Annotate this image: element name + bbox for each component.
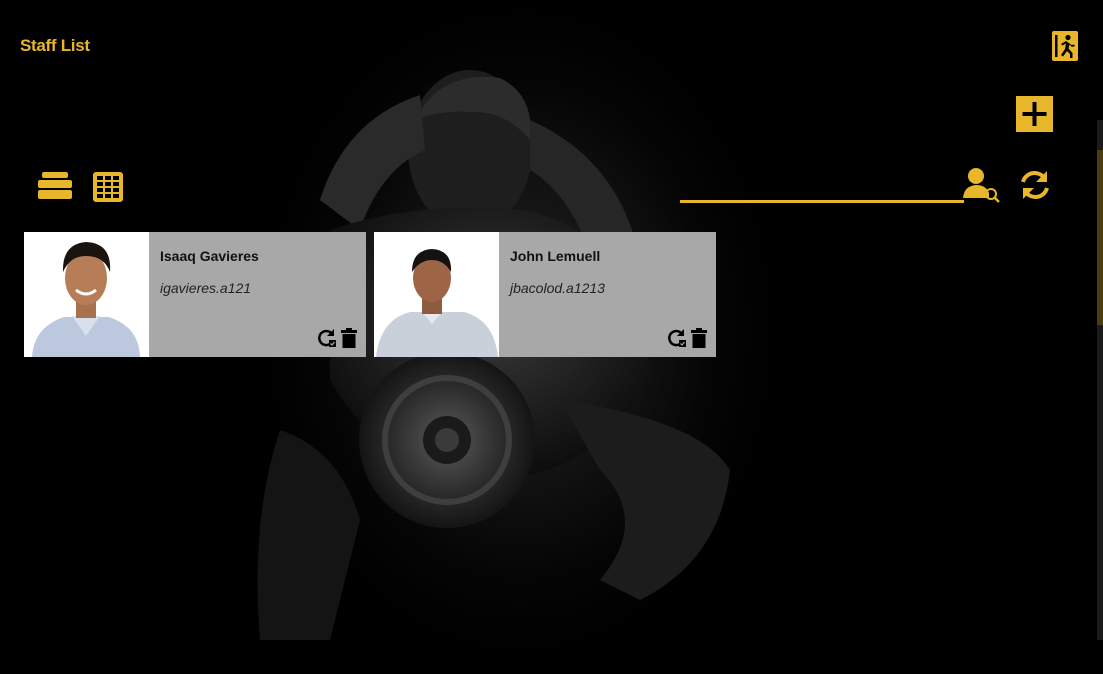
add-staff-button[interactable] [1016, 96, 1053, 132]
refresh-button[interactable] [1018, 168, 1052, 202]
trash-icon[interactable] [340, 328, 358, 348]
page-title: Staff List [20, 36, 90, 55]
staff-card[interactable]: Isaaq Gavieres igavieres.a121 [24, 232, 366, 357]
grid-view-button[interactable] [93, 172, 123, 202]
refresh-icon [1021, 171, 1049, 199]
scroll-thumb[interactable] [1097, 150, 1103, 325]
staff-name: Isaaq Gavieres [160, 248, 259, 264]
user-search-icon [963, 168, 1000, 203]
grid-view-icon [93, 172, 123, 202]
staff-name: John Lemuell [510, 248, 601, 264]
list-view-button[interactable] [38, 172, 72, 200]
card-actions [318, 328, 358, 348]
search-input[interactable] [680, 176, 964, 203]
staff-photo [24, 232, 149, 357]
list-view-icon [38, 172, 72, 199]
staff-username: jbacolod.a1213 [510, 280, 605, 296]
card-actions [668, 328, 708, 348]
staff-info: John Lemuell jbacolod.a1213 [499, 232, 716, 357]
exit-icon[interactable] [1052, 31, 1078, 61]
scrollbar[interactable] [1097, 120, 1103, 640]
staff-info: Isaaq Gavieres igavieres.a121 [149, 232, 366, 357]
reset-icon[interactable] [668, 328, 686, 348]
user-search-button[interactable] [962, 166, 1002, 204]
staff-username: igavieres.a121 [160, 280, 252, 296]
reset-icon[interactable] [318, 328, 336, 348]
staff-photo [374, 232, 499, 357]
plus-icon [1016, 96, 1053, 132]
staff-card[interactable]: John Lemuell jbacolod.a1213 [374, 232, 716, 357]
staff-list-window: Staff List Isaaq Gavieres igavieres.a121… [0, 0, 1103, 674]
trash-icon[interactable] [690, 328, 708, 348]
